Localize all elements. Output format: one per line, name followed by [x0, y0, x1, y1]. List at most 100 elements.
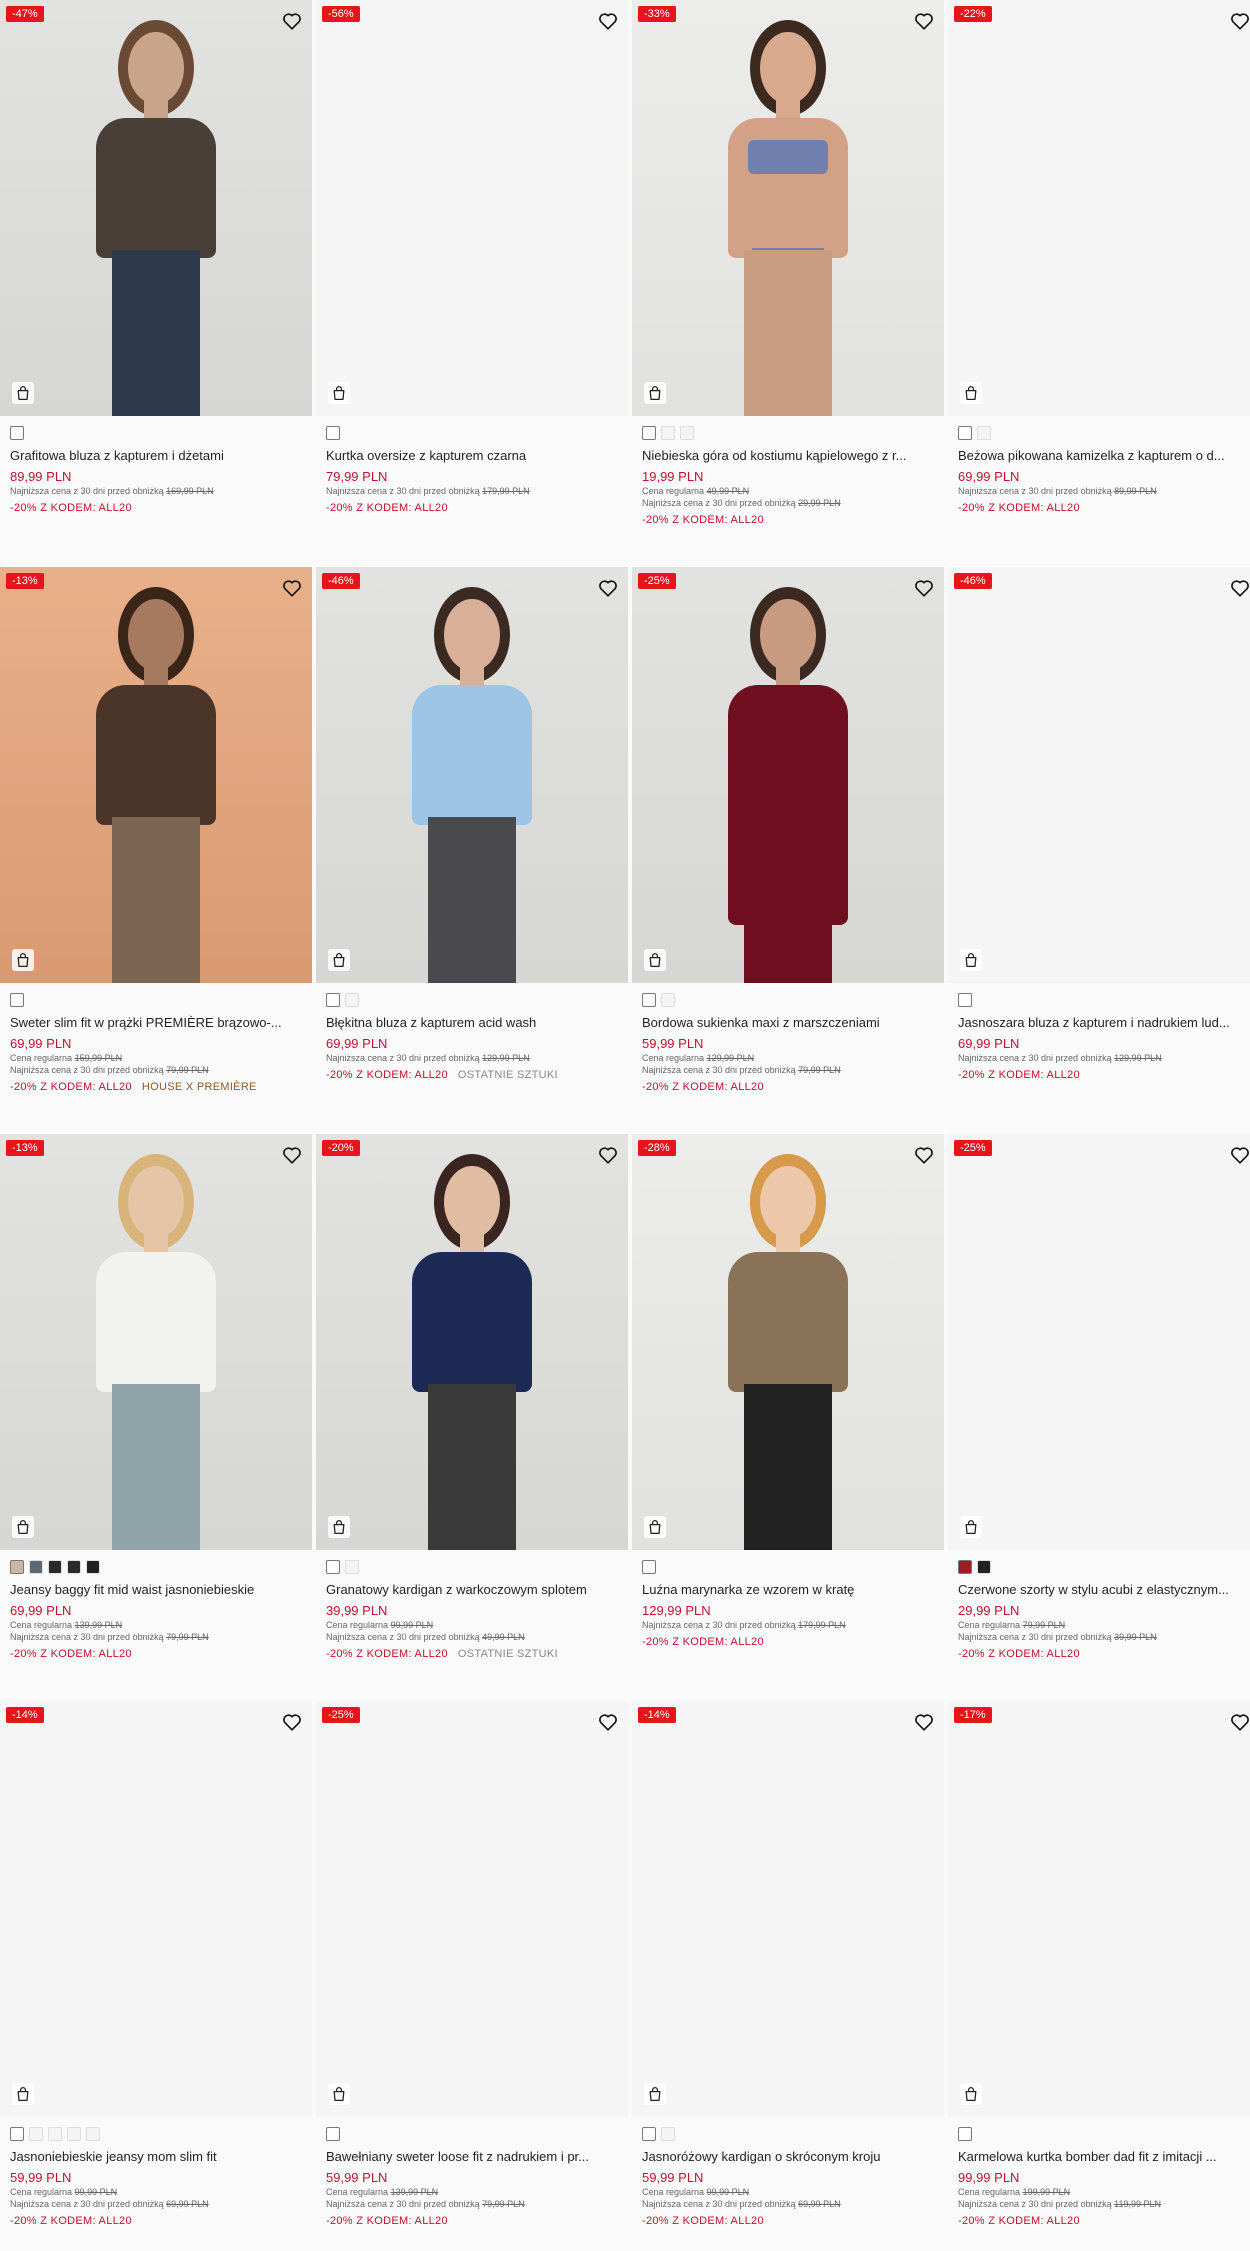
product-name[interactable]: Sweter slim fit w prążki PREMIÈRE brązow… — [10, 1015, 302, 1033]
shopping-bag-icon[interactable] — [12, 2083, 34, 2105]
product-image[interactable]: -33% — [632, 0, 944, 416]
shopping-bag-icon[interactable] — [12, 949, 34, 971]
color-swatch[interactable] — [10, 993, 24, 1007]
shopping-bag-icon[interactable] — [644, 382, 666, 404]
color-swatch[interactable] — [29, 2127, 43, 2141]
product-card[interactable]: -13% Sweter slim fit w prążki PREMIÈRE b… — [0, 567, 312, 1093]
color-swatch[interactable] — [958, 993, 972, 1007]
shopping-bag-icon[interactable] — [328, 1516, 350, 1538]
color-swatch[interactable] — [661, 426, 675, 440]
color-swatch[interactable] — [67, 1560, 81, 1574]
color-swatch[interactable] — [10, 1560, 24, 1574]
heart-icon[interactable] — [282, 12, 302, 30]
product-name[interactable]: Jasnoszara bluza z kapturem i nadrukiem … — [958, 1015, 1250, 1033]
product-card[interactable]: -14% Jasnoniebieskie jeansy mom slim fit… — [0, 1701, 312, 2227]
shopping-bag-icon[interactable] — [960, 2083, 982, 2105]
product-card[interactable]: -25% Bordowa sukienka maxi z marszczenia… — [632, 567, 944, 1093]
shopping-bag-icon[interactable] — [960, 1516, 982, 1538]
product-image[interactable]: -25% — [948, 1134, 1250, 1550]
heart-icon[interactable] — [598, 1146, 618, 1164]
color-swatch[interactable] — [958, 426, 972, 440]
product-name[interactable]: Jasnoniebieskie jeansy mom slim fit — [10, 2149, 302, 2167]
product-card[interactable]: -46% Błękitna bluza z kapturem acid wash… — [316, 567, 628, 1081]
product-image[interactable]: -46% — [316, 567, 628, 983]
heart-icon[interactable] — [282, 1713, 302, 1731]
shopping-bag-icon[interactable] — [960, 949, 982, 971]
product-card[interactable]: -25% Bawełniany sweter loose fit z nadru… — [316, 1701, 628, 2227]
product-name[interactable]: Grafitowa bluza z kapturem i dżetami — [10, 448, 302, 466]
product-image[interactable]: -14% — [0, 1701, 312, 2117]
color-swatch[interactable] — [661, 993, 675, 1007]
product-image[interactable]: -14% — [632, 1701, 944, 2117]
color-swatch[interactable] — [10, 426, 24, 440]
product-image[interactable]: -13% — [0, 1134, 312, 1550]
product-card[interactable]: -20% Granatowy kardigan z warkoczowym sp… — [316, 1134, 628, 1660]
product-image[interactable]: -25% — [316, 1701, 628, 2117]
heart-icon[interactable] — [1230, 1713, 1250, 1731]
product-name[interactable]: Granatowy kardigan z warkoczowym splotem — [326, 1582, 618, 1600]
product-name[interactable]: Karmelowa kurtka bomber dad fit z imitac… — [958, 2149, 1250, 2167]
color-swatch[interactable] — [10, 2127, 24, 2141]
color-swatch[interactable] — [48, 2127, 62, 2141]
color-swatch[interactable] — [86, 1560, 100, 1574]
heart-icon[interactable] — [598, 1713, 618, 1731]
shopping-bag-icon[interactable] — [644, 2083, 666, 2105]
color-swatch[interactable] — [977, 1560, 991, 1574]
product-image[interactable]: -22% — [948, 0, 1250, 416]
product-image[interactable]: -17% — [948, 1701, 1250, 2117]
heart-icon[interactable] — [1230, 1146, 1250, 1164]
product-name[interactable]: Jasnoróżowy kardigan o skróconym kroju — [642, 2149, 934, 2167]
color-swatch[interactable] — [326, 1560, 340, 1574]
color-swatch[interactable] — [326, 426, 340, 440]
product-name[interactable]: Beżowa pikowana kamizelka z kapturem o d… — [958, 448, 1250, 466]
product-image[interactable]: -28% — [632, 1134, 944, 1550]
product-card[interactable]: -56% Kurtka oversize z kapturem czarna 7… — [316, 0, 628, 514]
color-swatch[interactable] — [326, 2127, 340, 2141]
color-swatch[interactable] — [977, 426, 991, 440]
product-name[interactable]: Błękitna bluza z kapturem acid wash — [326, 1015, 618, 1033]
product-image[interactable]: -20% — [316, 1134, 628, 1550]
heart-icon[interactable] — [914, 12, 934, 30]
color-swatch[interactable] — [48, 1560, 62, 1574]
heart-icon[interactable] — [282, 579, 302, 597]
color-swatch[interactable] — [86, 2127, 100, 2141]
product-image[interactable]: -47% — [0, 0, 312, 416]
product-name[interactable]: Bordowa sukienka maxi z marszczeniami — [642, 1015, 934, 1033]
product-card[interactable]: -17% Karmelowa kurtka bomber dad fit z i… — [948, 1701, 1250, 2227]
shopping-bag-icon[interactable] — [12, 382, 34, 404]
product-card[interactable]: -22% Beżowa pikowana kamizelka z kapture… — [948, 0, 1250, 514]
heart-icon[interactable] — [598, 12, 618, 30]
heart-icon[interactable] — [598, 579, 618, 597]
product-card[interactable]: -13% Jeansy baggy fit mid waist jasnonie… — [0, 1134, 312, 1660]
color-swatch[interactable] — [642, 426, 656, 440]
color-swatch[interactable] — [67, 2127, 81, 2141]
heart-icon[interactable] — [914, 1713, 934, 1731]
product-image[interactable]: -46% — [948, 567, 1250, 983]
heart-icon[interactable] — [1230, 579, 1250, 597]
color-swatch[interactable] — [29, 1560, 43, 1574]
product-card[interactable]: -47% Grafitowa bluza z kapturem i dżetam… — [0, 0, 312, 514]
shopping-bag-icon[interactable] — [644, 1516, 666, 1538]
product-image[interactable]: -13% — [0, 567, 312, 983]
color-swatch[interactable] — [661, 2127, 675, 2141]
shopping-bag-icon[interactable] — [328, 2083, 350, 2105]
color-swatch[interactable] — [680, 426, 694, 440]
shopping-bag-icon[interactable] — [12, 1516, 34, 1538]
product-image[interactable]: -56% — [316, 0, 628, 416]
product-name[interactable]: Niebieska góra od kostiumu kąpielowego z… — [642, 448, 934, 466]
color-swatch[interactable] — [642, 993, 656, 1007]
shopping-bag-icon[interactable] — [328, 382, 350, 404]
color-swatch[interactable] — [642, 1560, 656, 1574]
product-name[interactable]: Luźna marynarka ze wzorem w kratę — [642, 1582, 934, 1600]
shopping-bag-icon[interactable] — [328, 949, 350, 971]
heart-icon[interactable] — [914, 1146, 934, 1164]
color-swatch[interactable] — [958, 1560, 972, 1574]
heart-icon[interactable] — [282, 1146, 302, 1164]
product-name[interactable]: Jeansy baggy fit mid waist jasnoniebiesk… — [10, 1582, 302, 1600]
color-swatch[interactable] — [958, 2127, 972, 2141]
product-name[interactable]: Kurtka oversize z kapturem czarna — [326, 448, 618, 466]
product-card[interactable]: -25% Czerwone szorty w stylu acubi z ela… — [948, 1134, 1250, 1660]
color-swatch[interactable] — [326, 993, 340, 1007]
product-card[interactable]: -33% Niebieska góra od kostiumu kąpielow… — [632, 0, 944, 526]
color-swatch[interactable] — [642, 2127, 656, 2141]
